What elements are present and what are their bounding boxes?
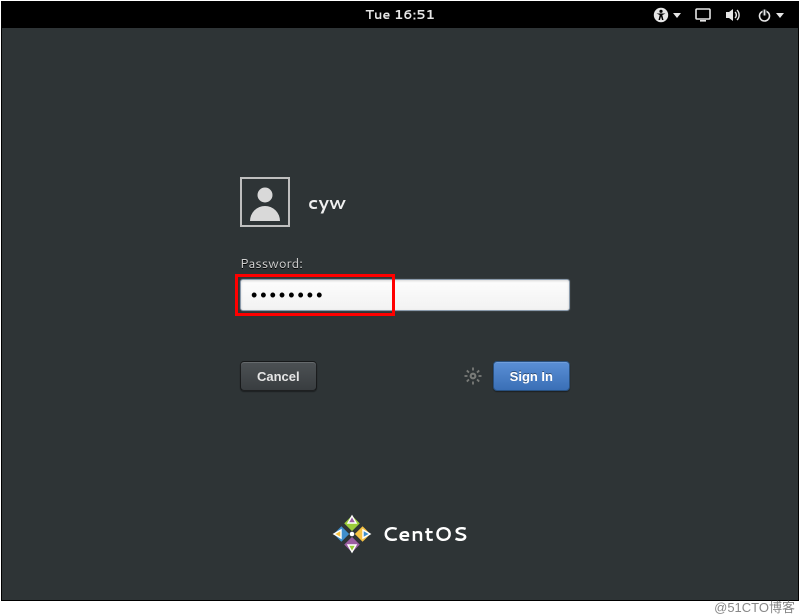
login-panel: cyw Password: Cancel: [240, 177, 570, 391]
desktop-screen: Tue 16:51: [1, 1, 799, 601]
avatar: [240, 177, 290, 227]
password-input[interactable]: [240, 279, 570, 311]
distro-name: CentOS: [382, 520, 468, 548]
user-row: cyw: [240, 177, 570, 227]
system-tray: [653, 7, 798, 23]
password-field-wrap: [240, 279, 570, 311]
accessibility-icon: [653, 7, 669, 23]
screen-menu[interactable]: [695, 8, 711, 22]
chevron-down-icon: [673, 13, 681, 18]
clock[interactable]: Tue 16:51: [365, 6, 435, 24]
power-icon: [757, 8, 772, 23]
accessibility-menu[interactable]: [653, 7, 681, 23]
button-row: Cancel: [240, 361, 570, 391]
screen-icon: [695, 8, 711, 22]
footer: CentOS: [2, 514, 798, 554]
gear-icon: [464, 367, 482, 385]
username-label: cyw: [308, 189, 346, 215]
password-label: Password:: [240, 255, 570, 273]
centos-logo-icon: [332, 514, 372, 554]
power-menu[interactable]: [757, 8, 784, 23]
watermark: @51CTO博客: [714, 597, 795, 616]
avatar-icon: [246, 183, 284, 221]
cancel-button[interactable]: Cancel: [240, 361, 317, 391]
volume-icon: [725, 8, 743, 22]
session-options-button[interactable]: [463, 366, 483, 386]
sign-in-button[interactable]: Sign In: [493, 361, 570, 391]
chevron-down-icon: [776, 13, 784, 18]
volume-menu[interactable]: [725, 8, 743, 22]
top-bar: Tue 16:51: [2, 2, 798, 28]
